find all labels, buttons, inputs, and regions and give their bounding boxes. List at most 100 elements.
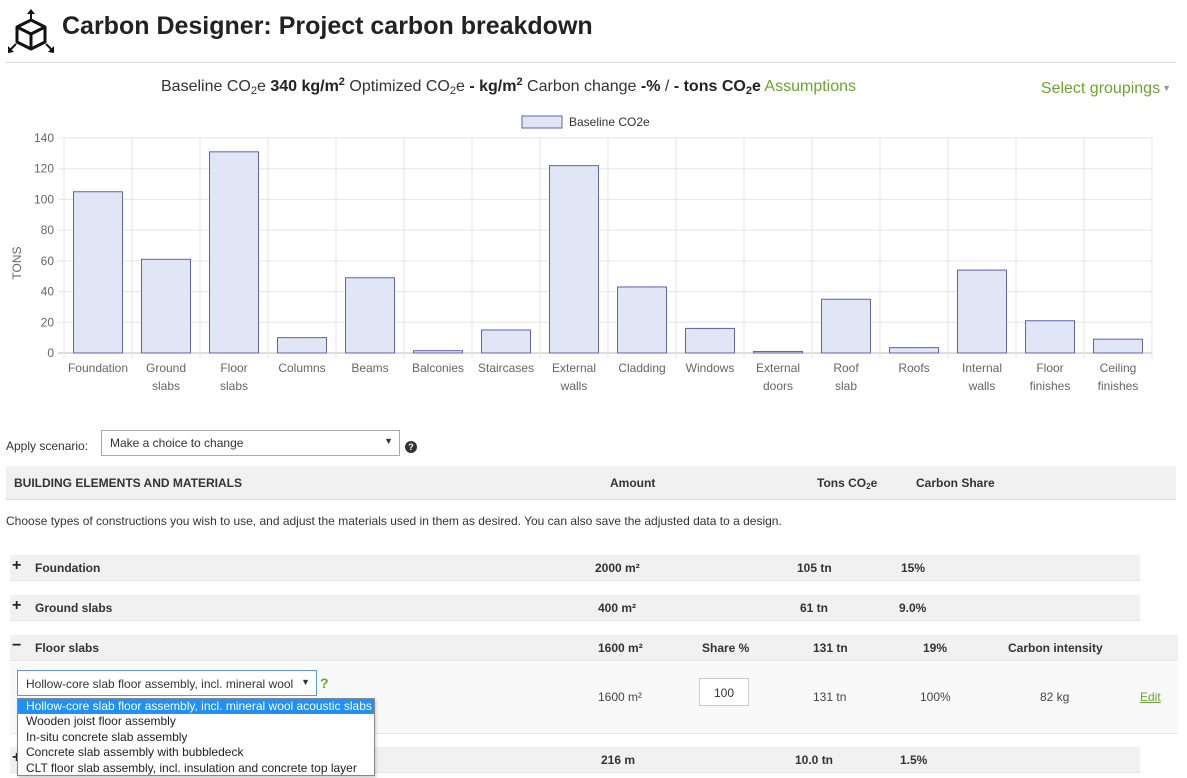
element-amount: 216 m <box>601 753 636 767</box>
x-tick-label: doors <box>763 379 793 393</box>
optimized-label: Optimized CO2e <box>349 78 465 97</box>
bar-staircases <box>481 329 531 354</box>
baseline-value: 340 kg/m2 <box>270 76 345 95</box>
bar-columns <box>277 337 327 354</box>
y-tick-label: 0 <box>47 346 54 360</box>
element-name: Foundation <box>35 561 101 575</box>
intro-text: Choose types of constructions you wish t… <box>6 514 782 528</box>
bar-foundation <box>73 191 123 354</box>
expand-icon[interactable]: + <box>12 598 21 614</box>
expand-icon[interactable]: + <box>12 558 21 574</box>
x-tick-label: slab <box>835 379 857 393</box>
bar-balconies <box>413 350 463 354</box>
detail-tons: 131 tn <box>813 690 847 704</box>
x-tick-label: Cladding <box>618 361 665 375</box>
bar-roof-slab <box>821 298 871 354</box>
carbon-summary: Baseline CO2e 340 kg/m2 Optimized CO2e -… <box>161 76 856 97</box>
element-tons: 105 tn <box>797 561 832 575</box>
carbon-intensity-header: Carbon intensity <box>1008 641 1103 655</box>
bar-roofs <box>889 347 939 354</box>
scenario-select[interactable]: Make a choice to change ▼ <box>101 430 400 456</box>
x-tick-label: Roofs <box>898 361 929 375</box>
element-tons: 10.0 tn <box>795 753 834 767</box>
detail-amount: 1600 m² <box>598 690 643 704</box>
element-tons: 61 tn <box>800 601 829 615</box>
bar-ceiling-finishes <box>1093 338 1143 354</box>
chart-legend[interactable]: Baseline CO2e <box>521 115 650 129</box>
construction-options-list[interactable]: Hollow-core slab floor assembly, incl. m… <box>17 698 375 776</box>
element-tons: 131 tn <box>813 641 848 655</box>
dropdown-option[interactable]: CLT floor slab assembly, incl. insulatio… <box>18 761 374 776</box>
bar-floor-slabs <box>209 151 259 354</box>
y-tick-label: 100 <box>34 192 54 206</box>
x-tick-label: Balconies <box>412 361 464 375</box>
construction-type-select[interactable]: Hollow-core slab floor assembly, incl. m… <box>17 670 317 696</box>
element-row-foundation[interactable]: + Foundation 2000 m² 105 tn 15% <box>10 555 1140 581</box>
tons-change-value: - tons CO2e <box>673 78 761 97</box>
dropdown-option[interactable]: Wooden joist floor assembly <box>18 714 374 729</box>
x-tick-label: Floor <box>1036 361 1063 375</box>
carbon-change-value: -% <box>640 78 661 95</box>
x-tick-label: External <box>552 361 596 375</box>
bar-floor-finishes <box>1025 320 1075 354</box>
select-groupings-dropdown[interactable]: Select groupings ▼ <box>1041 80 1171 98</box>
y-tick-label: 60 <box>41 254 55 268</box>
header-amount: Amount <box>610 476 656 490</box>
help-icon[interactable]: ? <box>320 675 329 691</box>
x-tick-label: finishes <box>1098 379 1139 393</box>
x-tick-label: Floor <box>220 361 247 375</box>
y-tick-label: 140 <box>34 131 54 145</box>
x-tick-label: finishes <box>1030 379 1071 393</box>
x-tick-label: Ground <box>146 361 186 375</box>
y-tick-label: 20 <box>41 315 55 329</box>
help-icon[interactable]: ? <box>405 441 417 453</box>
optimized-value: - kg/m2 <box>469 76 523 95</box>
x-tick-label: Windows <box>686 361 735 375</box>
element-row-ground-slabs[interactable]: + Ground slabs 400 m² 61 tn 9.0% <box>10 595 1140 621</box>
element-row-floor-slabs[interactable]: − Floor slabs 1600 m² Share % 131 tn 19%… <box>10 635 1178 661</box>
y-tick-label: 80 <box>41 223 55 237</box>
select-groupings-label: Select groupings <box>1040 80 1161 97</box>
header-elements: BUILDING ELEMENTS AND MATERIALS <box>14 476 242 490</box>
bar-beams <box>345 277 395 354</box>
dropdown-option[interactable]: Concrete slab assembly with bubbledeck <box>18 745 374 760</box>
header-divider <box>6 62 1176 63</box>
x-tick-label: External <box>756 361 800 375</box>
bar-external-walls <box>549 165 599 354</box>
bar-ground-slabs <box>141 258 191 354</box>
caret-down-icon: ▼ <box>384 436 393 446</box>
x-tick-label: Foundation <box>68 361 128 375</box>
x-tick-label: Internal <box>962 361 1002 375</box>
page-title: Carbon Designer: Project carbon breakdow… <box>62 12 593 40</box>
header-carbon-share: Carbon Share <box>916 476 995 490</box>
apply-scenario-label: Apply scenario: <box>6 439 89 453</box>
dropdown-option[interactable]: Hollow-core slab floor assembly, incl. m… <box>18 699 374 715</box>
x-tick-label: Beams <box>351 361 388 375</box>
element-share: 15% <box>901 561 926 575</box>
x-tick-label: walls <box>968 379 996 393</box>
carbon-change-label: Carbon change <box>527 78 637 95</box>
detail-intensity: 82 kg <box>1040 690 1070 704</box>
element-name: Ground slabs <box>35 601 113 615</box>
dropdown-option[interactable]: In-situ concrete slab assembly <box>18 730 374 745</box>
assumptions-link[interactable]: Assumptions <box>764 78 856 95</box>
x-tick-label: slabs <box>152 379 180 393</box>
caret-down-icon: ▼ <box>301 677 310 687</box>
element-name: Floor slabs <box>35 641 100 655</box>
legend-label: Baseline CO2e <box>569 115 650 129</box>
baseline-label: Baseline CO2e <box>161 78 266 97</box>
edit-link[interactable]: Edit <box>1140 690 1161 704</box>
element-amount: 1600 m² <box>598 641 643 655</box>
scenario-select-value: Make a choice to change <box>110 436 244 450</box>
element-share: 9.0% <box>899 601 927 615</box>
legend-swatch <box>521 115 563 129</box>
y-axis-label: TONS <box>10 246 24 279</box>
collapse-icon[interactable]: − <box>12 638 21 654</box>
y-tick-label: 40 <box>41 285 55 299</box>
element-amount: 2000 m² <box>595 561 640 575</box>
element-share: 1.5% <box>900 753 928 767</box>
x-tick-label: Columns <box>278 361 325 375</box>
x-tick-label: Roof <box>833 361 859 375</box>
share-percent-input[interactable]: 100 <box>699 678 749 706</box>
bar-internal-walls <box>957 269 1007 354</box>
